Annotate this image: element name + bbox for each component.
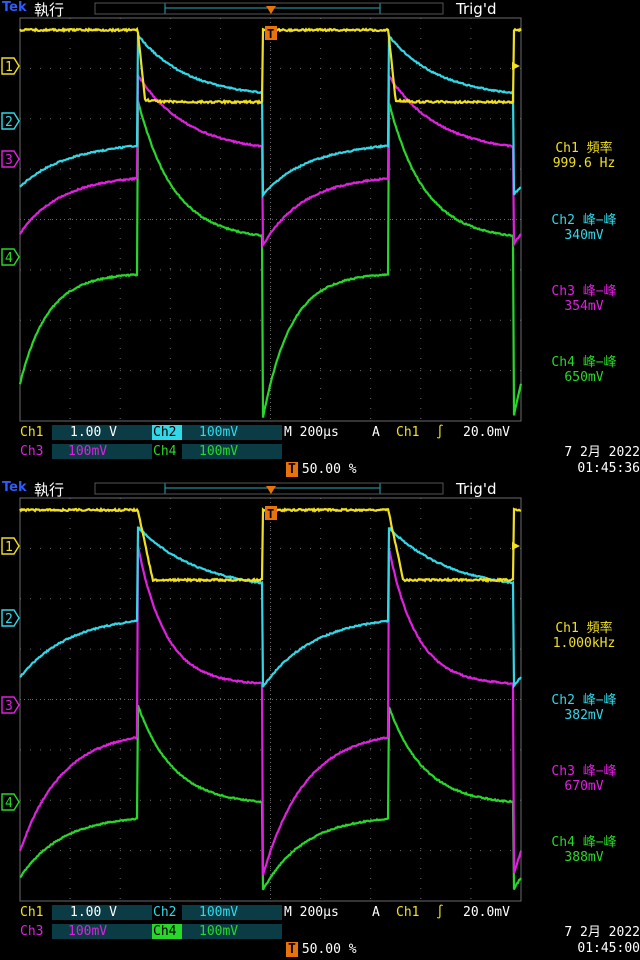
measurement-label: Ch1 頻率 xyxy=(555,621,613,636)
ch3-marker: 3 xyxy=(1,150,20,168)
measurement-value: 670mV xyxy=(564,779,604,794)
measurement-value: 388mV xyxy=(564,850,604,865)
scope-screen-top: Tek 執行 Trig'd 1234T Ch1 頻率 999.6 Hz Ch2 … xyxy=(0,0,640,480)
scope-screen-bottom: Tek 執行 Trig'd 1234T Ch1 頻率 1.000kHz Ch2 … xyxy=(0,480,640,960)
trigger-level: 20.0mV xyxy=(463,425,510,440)
trigger-marker: T xyxy=(265,486,277,521)
time: 01:45:36 xyxy=(577,461,640,476)
measurement-ch3: Ch3 峰−峰 354mV xyxy=(528,284,640,314)
trigger-position-icon: T xyxy=(286,462,298,477)
measurement-value: 382mV xyxy=(564,708,604,723)
trigger-slope-icon: ∫ xyxy=(436,905,444,920)
trigger-position-value: 50.00 % xyxy=(301,462,357,477)
measurement-ch3: Ch3 峰−峰 670mV xyxy=(528,764,640,794)
measurement-label: Ch4 峰−峰 xyxy=(551,355,617,370)
date: 7 2月 2022 xyxy=(564,925,640,940)
ch3-marker-label: 3 xyxy=(5,699,13,714)
ch4-label: Ch4 xyxy=(153,924,177,939)
measurement-ch4: Ch4 峰−峰 650mV xyxy=(528,355,640,385)
acquire-mode: A xyxy=(372,905,380,920)
ch2-marker-label: 2 xyxy=(5,612,13,627)
ch2-scale: 100mV xyxy=(199,905,239,920)
measurement-ch1: Ch1 頻率 999.6 Hz xyxy=(528,141,640,171)
ch2-trace xyxy=(19,31,522,199)
trigger-marker-label: T xyxy=(267,507,274,521)
trigger-position: T 50.00 % xyxy=(286,942,357,957)
measurement-label: Ch1 頻率 xyxy=(555,141,613,156)
ch1-label: Ch1 xyxy=(20,425,44,440)
measurement-value: 1.000kHz xyxy=(552,636,616,651)
ch4-scale: 100mV xyxy=(199,444,239,459)
ch1-scale: 1.00 V xyxy=(70,905,117,920)
ch2-scale: 100mV xyxy=(199,425,239,440)
ch1-label: Ch1 xyxy=(20,905,44,920)
ch3-scale: 100mV xyxy=(68,924,108,939)
trigger-marker: T xyxy=(265,6,277,41)
trigger-position: T 50.00 % xyxy=(286,462,357,477)
measurement-ch2: Ch2 峰−峰 340mV xyxy=(528,213,640,243)
ch2-marker: 2 xyxy=(1,609,20,627)
measurement-label: Ch3 峰−峰 xyxy=(551,764,617,779)
measurement-ch2: Ch2 峰−峰 382mV xyxy=(528,693,640,723)
ch3-scale: 100mV xyxy=(68,444,108,459)
time: 01:45:00 xyxy=(577,941,640,956)
measurement-label: Ch2 峰−峰 xyxy=(551,213,617,228)
ch3-marker: 3 xyxy=(1,696,20,714)
ch3-label: Ch3 xyxy=(20,444,44,459)
timestamp: 7 2月 2022 01:45:36 xyxy=(528,445,640,477)
trigger-level: 20.0mV xyxy=(463,905,510,920)
ch4-scale: 100mV xyxy=(199,924,239,939)
trigger-slope-icon: ∫ xyxy=(436,425,444,440)
ch1-marker: 1 xyxy=(1,537,20,555)
ch1-marker-label: 1 xyxy=(5,60,13,75)
ch4-marker-label: 4 xyxy=(5,796,13,811)
ch2-label: Ch2 xyxy=(153,425,177,440)
trigger-position-value: 50.00 % xyxy=(301,942,357,957)
trigger-level-icon xyxy=(512,62,520,70)
measurement-value: 650mV xyxy=(564,370,604,385)
measurement-label: Ch3 峰−峰 xyxy=(551,284,617,299)
timebase: M 200µs xyxy=(284,425,339,440)
ch1-marker: 1 xyxy=(1,57,20,75)
trigger-source: Ch1 xyxy=(396,905,420,920)
ch1-scale: 1.00 V xyxy=(70,425,117,440)
ch4-marker: 4 xyxy=(1,248,20,266)
measurement-value: 340mV xyxy=(564,228,604,243)
trigger-arrow-icon xyxy=(266,6,276,14)
measurement-label: Ch2 峰−峰 xyxy=(551,693,617,708)
trigger-source: Ch1 xyxy=(396,425,420,440)
ch4-marker: 4 xyxy=(1,793,20,811)
measurement-value: 354mV xyxy=(564,299,604,314)
date: 7 2月 2022 xyxy=(564,445,640,460)
trigger-marker-label: T xyxy=(267,27,274,41)
trigger-level-icon xyxy=(512,542,520,550)
measurement-ch4: Ch4 峰−峰 388mV xyxy=(528,835,640,865)
timebase: M 200µs xyxy=(284,905,339,920)
measurement-value: 999.6 Hz xyxy=(552,156,616,171)
trigger-position-icon: T xyxy=(286,942,298,957)
acquire-mode: A xyxy=(372,425,380,440)
ch2-marker: 2 xyxy=(1,112,20,130)
ch3-label: Ch3 xyxy=(20,924,44,939)
trigger-arrow-icon xyxy=(266,486,276,494)
ch4-marker-label: 4 xyxy=(5,251,13,266)
ch3-marker-label: 3 xyxy=(5,153,13,168)
timestamp: 7 2月 2022 01:45:00 xyxy=(528,925,640,957)
ch2-marker-label: 2 xyxy=(5,115,13,130)
measurement-label: Ch4 峰−峰 xyxy=(551,835,617,850)
ch2-trace xyxy=(19,526,522,689)
ch1-marker-label: 1 xyxy=(5,540,13,555)
ch4-label: Ch4 xyxy=(153,444,177,459)
measurement-ch1: Ch1 頻率 1.000kHz xyxy=(528,621,640,651)
ch2-label: Ch2 xyxy=(153,905,177,920)
